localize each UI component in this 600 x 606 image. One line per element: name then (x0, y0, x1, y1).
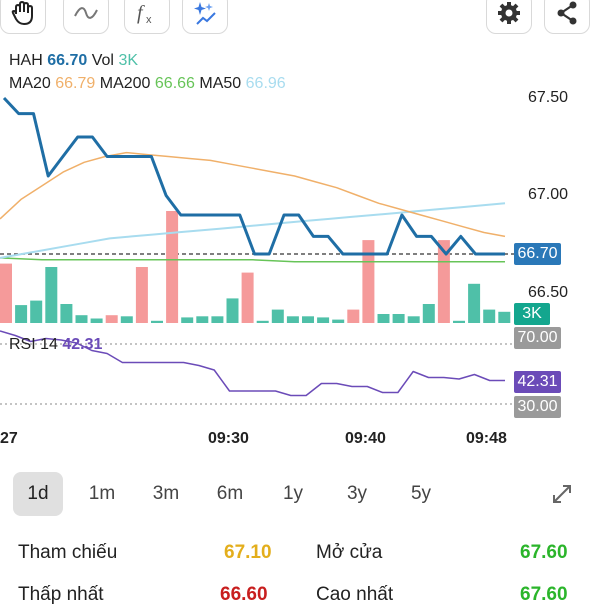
volume-bar (422, 304, 435, 323)
expand-arrows-icon[interactable] (542, 472, 582, 516)
range-selector: 1d 1m 3m 6m 1y 3y 5y (0, 472, 600, 518)
volume-bar (407, 316, 420, 323)
high-label: Cao nhất (316, 584, 394, 605)
range-3m[interactable]: 3m (142, 472, 190, 516)
volume-bar (226, 298, 239, 323)
rsi-value-tag: 42.31 (514, 371, 561, 393)
volume-bar (60, 304, 73, 323)
volume-bar (105, 315, 118, 323)
volume-bar (332, 319, 345, 323)
ma200-line (0, 257, 505, 263)
volume-bar (347, 309, 360, 323)
low-label: Thấp nhất (18, 584, 104, 605)
volume-bar (196, 316, 209, 323)
x-tick-label: 09:40 (345, 430, 386, 447)
high-value: 67.60 (520, 584, 568, 605)
range-1d[interactable]: 1d (13, 472, 63, 516)
y-tick-label: 67.50 (527, 89, 568, 106)
volume-bar (90, 318, 103, 323)
volume-bar (392, 314, 405, 323)
volume-bar (166, 211, 179, 323)
x-tick-label: 09:30 (208, 430, 249, 447)
rsi-30-tag: 30.00 (514, 396, 561, 418)
volume-bar (483, 309, 496, 323)
ref-label: Tham chiếu (18, 542, 118, 563)
open-label: Mở cửa (316, 542, 383, 563)
range-3y[interactable]: 3y (334, 472, 380, 516)
range-5y[interactable]: 5y (398, 472, 444, 516)
price-line (2, 96, 505, 256)
volume-bar (181, 317, 194, 323)
volume-bar (498, 311, 511, 323)
ref-value: 67.10 (224, 542, 272, 563)
open-value: 67.60 (520, 542, 568, 563)
volume-bar (468, 283, 481, 323)
volume-bar (30, 300, 43, 323)
x-tick-label: 09:48 (466, 430, 507, 447)
range-6m[interactable]: 6m (206, 472, 254, 516)
y-tick-label: 67.00 (527, 186, 568, 203)
volume-bar (45, 267, 58, 323)
volume-bar (377, 314, 390, 323)
volume-bar (241, 272, 254, 323)
volume-bar (151, 320, 163, 323)
volume-bar (302, 316, 314, 323)
volume-bar (271, 309, 284, 323)
price-tag: 66.70 (514, 243, 561, 265)
volume-bar (256, 320, 269, 323)
price-chart[interactable] (0, 0, 600, 430)
volume-tag: 3K (514, 303, 550, 325)
volume-bar (15, 305, 28, 323)
rsi-legend: RSI 14 42.31 (9, 336, 102, 354)
rsi-70-tag: 70.00 (514, 327, 561, 349)
volume-bar (135, 267, 148, 323)
volume-bar (453, 320, 465, 323)
volume-bar (317, 317, 330, 323)
range-1m[interactable]: 1m (78, 472, 126, 516)
volume-bars (0, 211, 511, 323)
volume-bar (75, 315, 88, 323)
rsi-value: 42.31 (62, 336, 103, 353)
x-tick-label: 27 (0, 430, 18, 447)
volume-bar (120, 316, 133, 323)
rsi-label: RSI 14 (9, 336, 58, 353)
y-tick-label: 66.50 (527, 284, 568, 301)
volume-bar (286, 316, 299, 323)
volume-bar (0, 263, 12, 323)
ma20-line (0, 151, 506, 238)
low-value: 66.60 (220, 584, 268, 605)
range-1y[interactable]: 1y (270, 472, 316, 516)
volume-bar (211, 316, 224, 323)
